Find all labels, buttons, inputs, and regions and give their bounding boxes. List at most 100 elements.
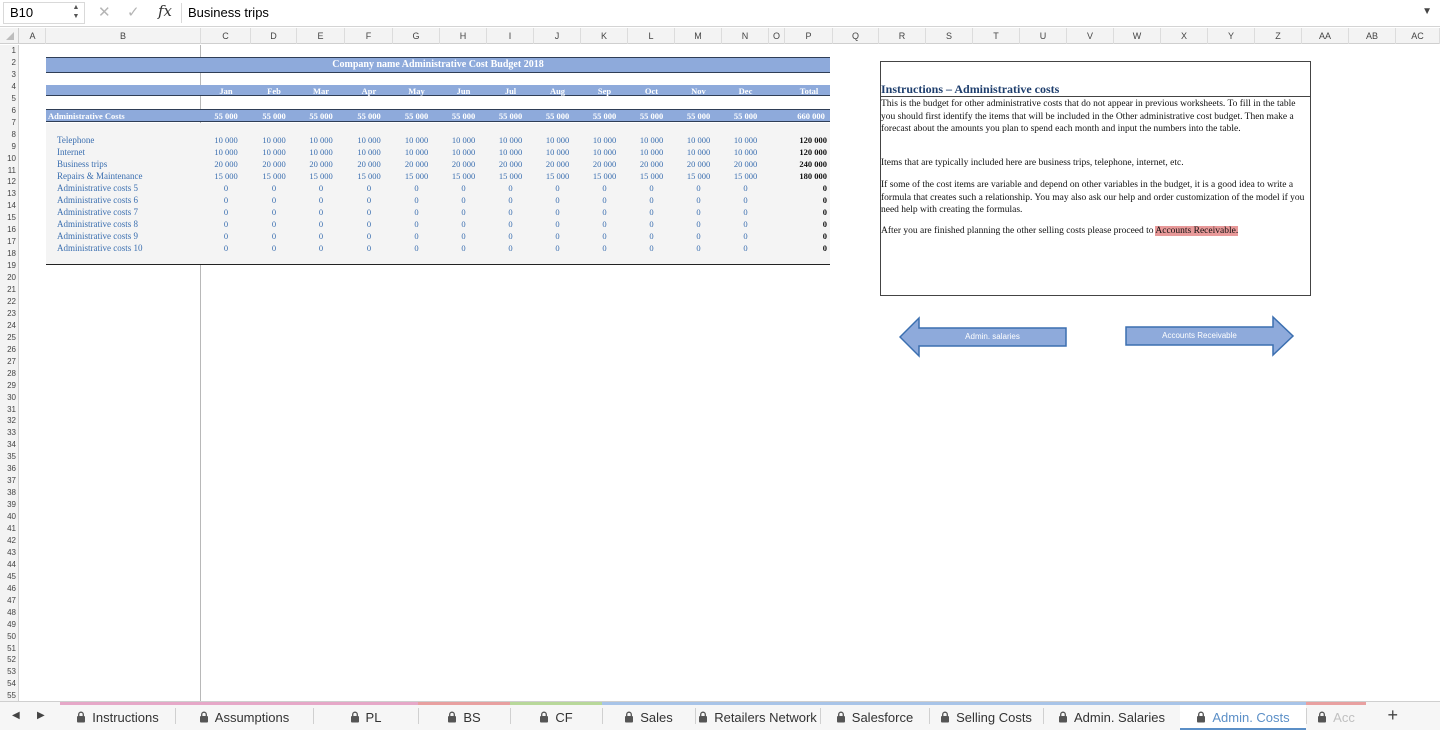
row-header-35[interactable]: 35	[0, 451, 18, 463]
value-cell[interactable]: 0	[724, 231, 768, 241]
row-header-5[interactable]: 5	[0, 93, 18, 105]
value-cell[interactable]: 0	[489, 231, 533, 241]
row-header-39[interactable]: 39	[0, 499, 18, 511]
row-header-1[interactable]: 1	[0, 45, 18, 57]
value-cell[interactable]: 0	[583, 195, 627, 205]
row-header-10[interactable]: 10	[0, 153, 18, 165]
row-header-34[interactable]: 34	[0, 439, 18, 451]
value-cell[interactable]: 0	[489, 243, 533, 253]
value-cell[interactable]: 10 000	[347, 147, 391, 157]
value-cell[interactable]: 20 000	[724, 159, 768, 169]
summary-cell[interactable]: 55 000	[347, 111, 391, 121]
row-total-cell[interactable]: 240 000	[783, 159, 827, 169]
sheet-tab-acc[interactable]: Acc	[1306, 702, 1366, 730]
value-cell[interactable]: 10 000	[724, 135, 768, 145]
row-header-37[interactable]: 37	[0, 475, 18, 487]
confirm-icon[interactable]: ✓	[127, 3, 140, 21]
month-header-jun[interactable]: Jun	[442, 86, 486, 96]
value-cell[interactable]: 0	[204, 243, 248, 253]
row-header-26[interactable]: 26	[0, 344, 18, 356]
value-cell[interactable]: 10 000	[630, 135, 674, 145]
row-header-23[interactable]: 23	[0, 308, 18, 320]
sheet-tab-assumptions[interactable]: Assumptions	[175, 702, 313, 730]
sheet-tab-admin-costs[interactable]: Admin. Costs	[1180, 702, 1306, 730]
value-cell[interactable]: 0	[724, 183, 768, 193]
value-cell[interactable]: 0	[489, 219, 533, 229]
row-header-4[interactable]: 4	[0, 81, 18, 93]
value-cell[interactable]: 20 000	[442, 159, 486, 169]
row-label[interactable]: Internet	[57, 147, 85, 157]
summary-cell[interactable]: 55 000	[395, 111, 439, 121]
value-cell[interactable]: 20 000	[204, 159, 248, 169]
value-cell[interactable]: 0	[536, 243, 580, 253]
value-cell[interactable]: 15 000	[252, 171, 296, 181]
value-cell[interactable]: 0	[677, 195, 721, 205]
sheet-tab-cf[interactable]: CF	[510, 702, 602, 730]
month-header-may[interactable]: May	[395, 86, 439, 96]
row-total-cell[interactable]: 0	[783, 195, 827, 205]
summary-total-cell[interactable]: 660 000	[789, 111, 833, 121]
value-cell[interactable]: 10 000	[204, 135, 248, 145]
select-all-corner[interactable]	[0, 28, 19, 44]
value-cell[interactable]: 20 000	[536, 159, 580, 169]
row-total-cell[interactable]: 0	[783, 243, 827, 253]
value-cell[interactable]: 0	[442, 243, 486, 253]
value-cell[interactable]: 0	[677, 219, 721, 229]
value-cell[interactable]: 0	[677, 207, 721, 217]
value-cell[interactable]: 0	[536, 195, 580, 205]
sheet-tab-retailers-network[interactable]: Retailers Network	[695, 702, 820, 730]
row-header-8[interactable]: 8	[0, 129, 18, 141]
value-cell[interactable]: 10 000	[299, 135, 343, 145]
row-label[interactable]: Administrative costs 5	[57, 183, 138, 193]
accounts-receivable-nav-button[interactable]: Accounts Receivable	[1125, 315, 1295, 357]
sheet-tab-admin-salaries[interactable]: Admin. Salaries	[1043, 702, 1180, 730]
row-header-36[interactable]: 36	[0, 463, 18, 475]
value-cell[interactable]: 0	[630, 207, 674, 217]
row-header-21[interactable]: 21	[0, 284, 18, 296]
row-header-22[interactable]: 22	[0, 296, 18, 308]
row-header-44[interactable]: 44	[0, 559, 18, 571]
column-header-ab[interactable]: AB	[1349, 28, 1396, 44]
row-total-cell[interactable]: 0	[783, 231, 827, 241]
value-cell[interactable]: 10 000	[395, 147, 439, 157]
row-header-25[interactable]: 25	[0, 332, 18, 344]
value-cell[interactable]: 0	[583, 183, 627, 193]
month-header-jul[interactable]: Jul	[489, 86, 533, 96]
tab-scroll-right-icon[interactable]: ▶	[37, 710, 45, 721]
name-box-stepper-icon[interactable]: ▲ ▼	[71, 3, 81, 21]
column-header-aa[interactable]: AA	[1302, 28, 1349, 44]
column-header-x[interactable]: X	[1161, 28, 1208, 44]
value-cell[interactable]: 0	[252, 231, 296, 241]
accounts-receivable-link[interactable]: Accounts Receivable.	[1155, 226, 1239, 236]
value-cell[interactable]: 0	[489, 207, 533, 217]
summary-cell[interactable]: 55 000	[583, 111, 627, 121]
row-label[interactable]: Administrative costs 6	[57, 195, 138, 205]
value-cell[interactable]: 10 000	[583, 135, 627, 145]
formula-input[interactable]: Business trips	[188, 5, 269, 20]
value-cell[interactable]: 0	[395, 231, 439, 241]
row-header-49[interactable]: 49	[0, 619, 18, 631]
column-header-b[interactable]: B	[46, 28, 201, 44]
value-cell[interactable]: 0	[677, 183, 721, 193]
value-cell[interactable]: 10 000	[536, 135, 580, 145]
column-header-ac[interactable]: AC	[1396, 28, 1440, 44]
total-header[interactable]: Total	[787, 86, 831, 96]
value-cell[interactable]: 0	[347, 207, 391, 217]
column-header-h[interactable]: H	[440, 28, 487, 44]
row-header-48[interactable]: 48	[0, 607, 18, 619]
value-cell[interactable]: 0	[442, 195, 486, 205]
value-cell[interactable]: 0	[204, 231, 248, 241]
value-cell[interactable]: 0	[252, 207, 296, 217]
value-cell[interactable]: 10 000	[724, 147, 768, 157]
row-header-14[interactable]: 14	[0, 200, 18, 212]
value-cell[interactable]: 0	[299, 183, 343, 193]
row-total-cell[interactable]: 120 000	[783, 147, 827, 157]
value-cell[interactable]: 0	[724, 195, 768, 205]
value-cell[interactable]: 0	[299, 231, 343, 241]
row-header-38[interactable]: 38	[0, 487, 18, 499]
value-cell[interactable]: 0	[395, 243, 439, 253]
summary-cell[interactable]: 55 000	[677, 111, 721, 121]
row-header-13[interactable]: 13	[0, 188, 18, 200]
row-total-cell[interactable]: 120 000	[783, 135, 827, 145]
row-header-27[interactable]: 27	[0, 356, 18, 368]
